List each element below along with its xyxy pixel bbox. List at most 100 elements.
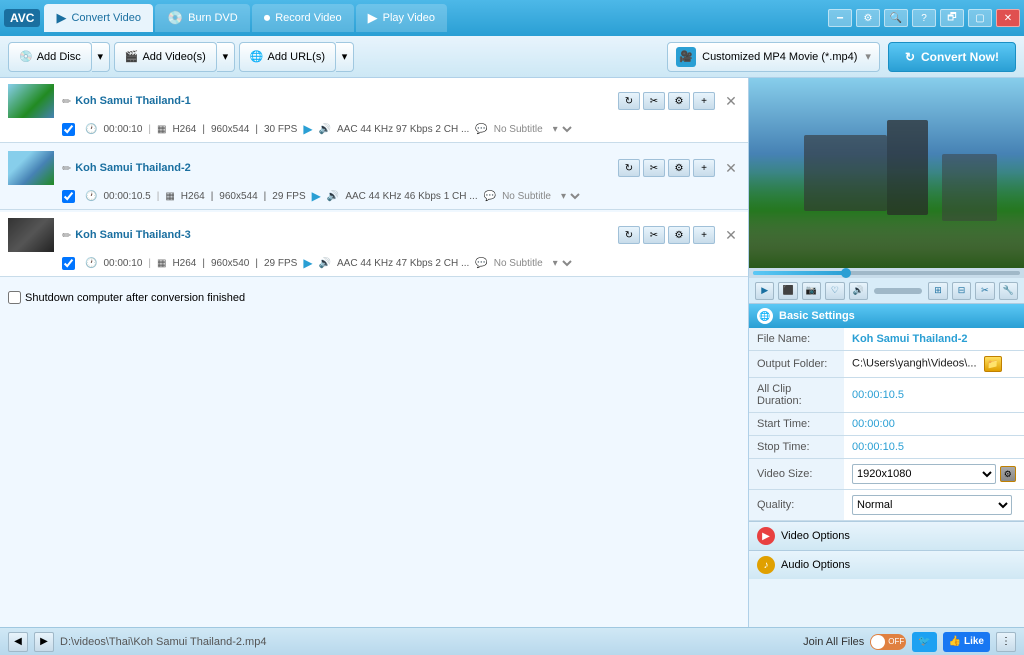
zoom-out-button[interactable]: ⊟ [952, 282, 971, 300]
audio-options-section: ♪ Audio Options [749, 550, 1024, 579]
format-icon: 🎥 [676, 47, 696, 67]
settings-header: 🌐 Basic Settings [749, 304, 1024, 328]
tab-convert[interactable]: ▶ Convert Video [44, 4, 153, 32]
shutdown-checkbox[interactable] [8, 291, 21, 304]
video-size-select[interactable]: 1920x1080 [852, 464, 996, 484]
settings-icon[interactable]: ⚙ [856, 9, 880, 27]
subtitle-dropdown[interactable]: ▾ [549, 257, 575, 270]
file-refresh-button[interactable]: ↻ [618, 226, 640, 244]
settings-row-start: Start Time: 00:00:00 [749, 413, 1024, 436]
add-disc-label: Add Disc [37, 51, 81, 63]
file-name-label: File Name: [749, 328, 844, 351]
add-video-button[interactable]: 🎬 Add Video(s) [114, 42, 217, 72]
file-name-value[interactable]: Koh Samui Thailand-2 [852, 333, 968, 345]
audio-options-header[interactable]: ♪ Audio Options [749, 551, 1024, 579]
stop-time-value[interactable]: 00:00:10.5 [852, 441, 904, 453]
file-cut-button[interactable]: ✂ [643, 92, 665, 110]
file-audio: AAC 44 KHz 47 Kbps 2 CH ... [337, 258, 469, 269]
add-url-dropdown[interactable]: ▾ [336, 42, 354, 72]
add-url-button[interactable]: 🌐 Add URL(s) [239, 42, 336, 72]
file-cut-button[interactable]: ✂ [643, 226, 665, 244]
arrow-icon: ▶ [312, 189, 321, 203]
progress-track[interactable] [753, 271, 1020, 275]
twitter-button[interactable]: 🐦 [912, 632, 936, 652]
file-add-button[interactable]: + [693, 159, 715, 177]
quality-select[interactable]: Normal High Low [852, 495, 1012, 515]
start-time-value[interactable]: 00:00:00 [852, 418, 895, 430]
subtitle-dropdown[interactable]: ▾ [549, 123, 575, 136]
file-settings-button[interactable]: ⚙ [668, 226, 690, 244]
close-button[interactable]: ✕ [996, 9, 1020, 27]
prev-button[interactable]: ◀ [8, 632, 28, 652]
file-name-link[interactable]: Koh Samui Thailand-1 [75, 95, 618, 107]
browse-folder-button[interactable]: 📁 [984, 356, 1002, 372]
minimize-button[interactable]: 🗕 [828, 9, 852, 27]
file-duration: 00:00:10 [103, 258, 142, 269]
tab-record-label: Record Video [275, 12, 341, 24]
video-options-header[interactable]: ▶ Video Options [749, 522, 1024, 550]
join-all-label: Join All Files [803, 636, 864, 648]
file-close-button[interactable]: ✕ [722, 92, 740, 110]
convert-now-button[interactable]: ↻ Convert Now! [888, 42, 1016, 72]
file-cut-button[interactable]: ✂ [643, 159, 665, 177]
file-settings-button[interactable]: ⚙ [668, 92, 690, 110]
file-checkbox[interactable] [62, 190, 75, 203]
file-close-button[interactable]: ✕ [722, 226, 740, 244]
bookmark-button[interactable]: ♡ [825, 282, 844, 300]
file-fps: 30 FPS [264, 124, 297, 135]
file-fps: 29 FPS [264, 258, 297, 269]
file-settings-button[interactable]: ⚙ [668, 159, 690, 177]
edit-icon[interactable]: ✏ [62, 162, 71, 175]
file-item: ✏ Koh Samui Thailand-3 ↻ ✂ ⚙ + ✕ 🕐 00:00… [0, 212, 748, 277]
screenshot-button[interactable]: 📷 [802, 282, 821, 300]
file-name-link[interactable]: Koh Samui Thailand-3 [75, 229, 618, 241]
status-bar-left: ◀ ▶ D:\videos\Thai\Koh Samui Thailand-2.… [8, 632, 795, 652]
stop-button[interactable]: ⬛ [778, 282, 797, 300]
file-duration: 00:00:10.5 [103, 191, 150, 202]
scissors-button[interactable]: ✂ [975, 282, 994, 300]
file-refresh-button[interactable]: ↻ [618, 92, 640, 110]
file-add-button[interactable]: + [693, 226, 715, 244]
file-actions: ↻ ✂ ⚙ + ✕ [618, 226, 740, 244]
zoom-in-button[interactable]: ⊞ [928, 282, 947, 300]
tab-record[interactable]: ⏺ Record Video [252, 4, 354, 32]
settings-panel: 🌐 Basic Settings File Name: Koh Samui Th… [749, 304, 1024, 627]
add-disc-icon: 💿 [19, 50, 33, 63]
tab-burn[interactable]: 💿 Burn DVD [155, 4, 250, 32]
add-disc-button[interactable]: 💿 Add Disc [8, 42, 92, 72]
search-icon[interactable]: 🔍 [884, 9, 908, 27]
facebook-button[interactable]: 👍 Like [943, 632, 990, 652]
file-checkbox[interactable] [62, 257, 75, 270]
join-toggle[interactable] [870, 634, 906, 650]
maximize-button[interactable]: ▢ [968, 9, 992, 27]
app-logo: AVC [4, 9, 40, 27]
file-add-button[interactable]: + [693, 92, 715, 110]
subtitle-icon: 💬 [475, 258, 487, 269]
format-selector[interactable]: 🎥 Customized MP4 Movie (*.mp4) ▾ [667, 42, 880, 72]
tab-play[interactable]: ▶ Play Video [356, 4, 447, 32]
settings-header-label: Basic Settings [779, 310, 855, 322]
clip-duration-value: 00:00:10.5 [852, 389, 904, 401]
file-subtitle: No Subtitle [494, 258, 543, 269]
audio-options-label: Audio Options [781, 559, 850, 571]
progress-fill [753, 271, 846, 275]
add-url-label: Add URL(s) [268, 51, 325, 63]
wrench-button[interactable]: 🔧 [999, 282, 1018, 300]
add-disc-dropdown[interactable]: ▾ [92, 42, 110, 72]
file-checkbox[interactable] [62, 123, 75, 136]
file-refresh-button[interactable]: ↻ [618, 159, 640, 177]
restore-button[interactable]: 🗗 [940, 9, 964, 27]
file-name-link[interactable]: Koh Samui Thailand-2 [75, 162, 618, 174]
volume-button[interactable]: 🔊 [849, 282, 868, 300]
edit-icon[interactable]: ✏ [62, 95, 71, 108]
play-button[interactable]: ▶ [755, 282, 774, 300]
subtitle-dropdown[interactable]: ▾ [557, 190, 583, 203]
help-icon[interactable]: ? [912, 9, 936, 27]
volume-slider[interactable] [874, 288, 922, 294]
file-close-button[interactable]: ✕ [722, 159, 740, 177]
edit-icon[interactable]: ✏ [62, 229, 71, 242]
video-size-settings-button[interactable]: ⚙ [1000, 466, 1016, 482]
more-button[interactable]: ⋮ [996, 632, 1016, 652]
next-button[interactable]: ▶ [34, 632, 54, 652]
add-video-dropdown[interactable]: ▾ [217, 42, 235, 72]
